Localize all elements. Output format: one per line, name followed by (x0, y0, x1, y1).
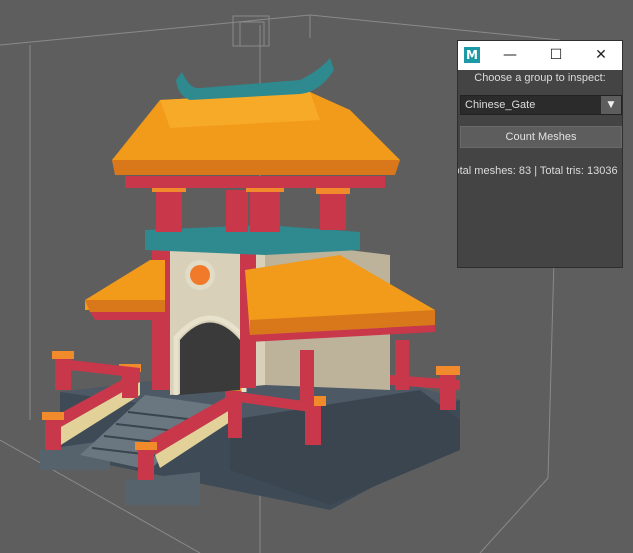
close-button[interactable]: ✕ (589, 44, 613, 66)
window-titlebar[interactable]: M — ☐ ✕ (458, 41, 622, 70)
group-select-dropdown[interactable]: Chinese_Gate ▼ (460, 95, 622, 115)
upper-frame (125, 176, 385, 255)
chevron-down-icon[interactable]: ▼ (601, 96, 621, 114)
inspect-tool-window[interactable]: M — ☐ ✕ Choose a group to inspect: Chine… (457, 40, 623, 268)
group-select-value: Chinese_Gate (465, 99, 536, 111)
maya-m-icon: M (464, 47, 480, 63)
group-prompt-label: Choose a group to inspect: (474, 72, 606, 84)
result-summary: Total meshes: 83 | Total tris: 13036 (458, 165, 622, 177)
maya-logo-letter: M (466, 48, 478, 62)
count-meshes-button[interactable]: Count Meshes (460, 126, 622, 148)
maximize-button[interactable]: ☐ (544, 44, 568, 66)
minimize-button[interactable]: — (498, 44, 522, 66)
result-summary-text: Total meshes: 83 | Total tris: 13036 (458, 165, 618, 177)
top-roof (112, 58, 400, 175)
